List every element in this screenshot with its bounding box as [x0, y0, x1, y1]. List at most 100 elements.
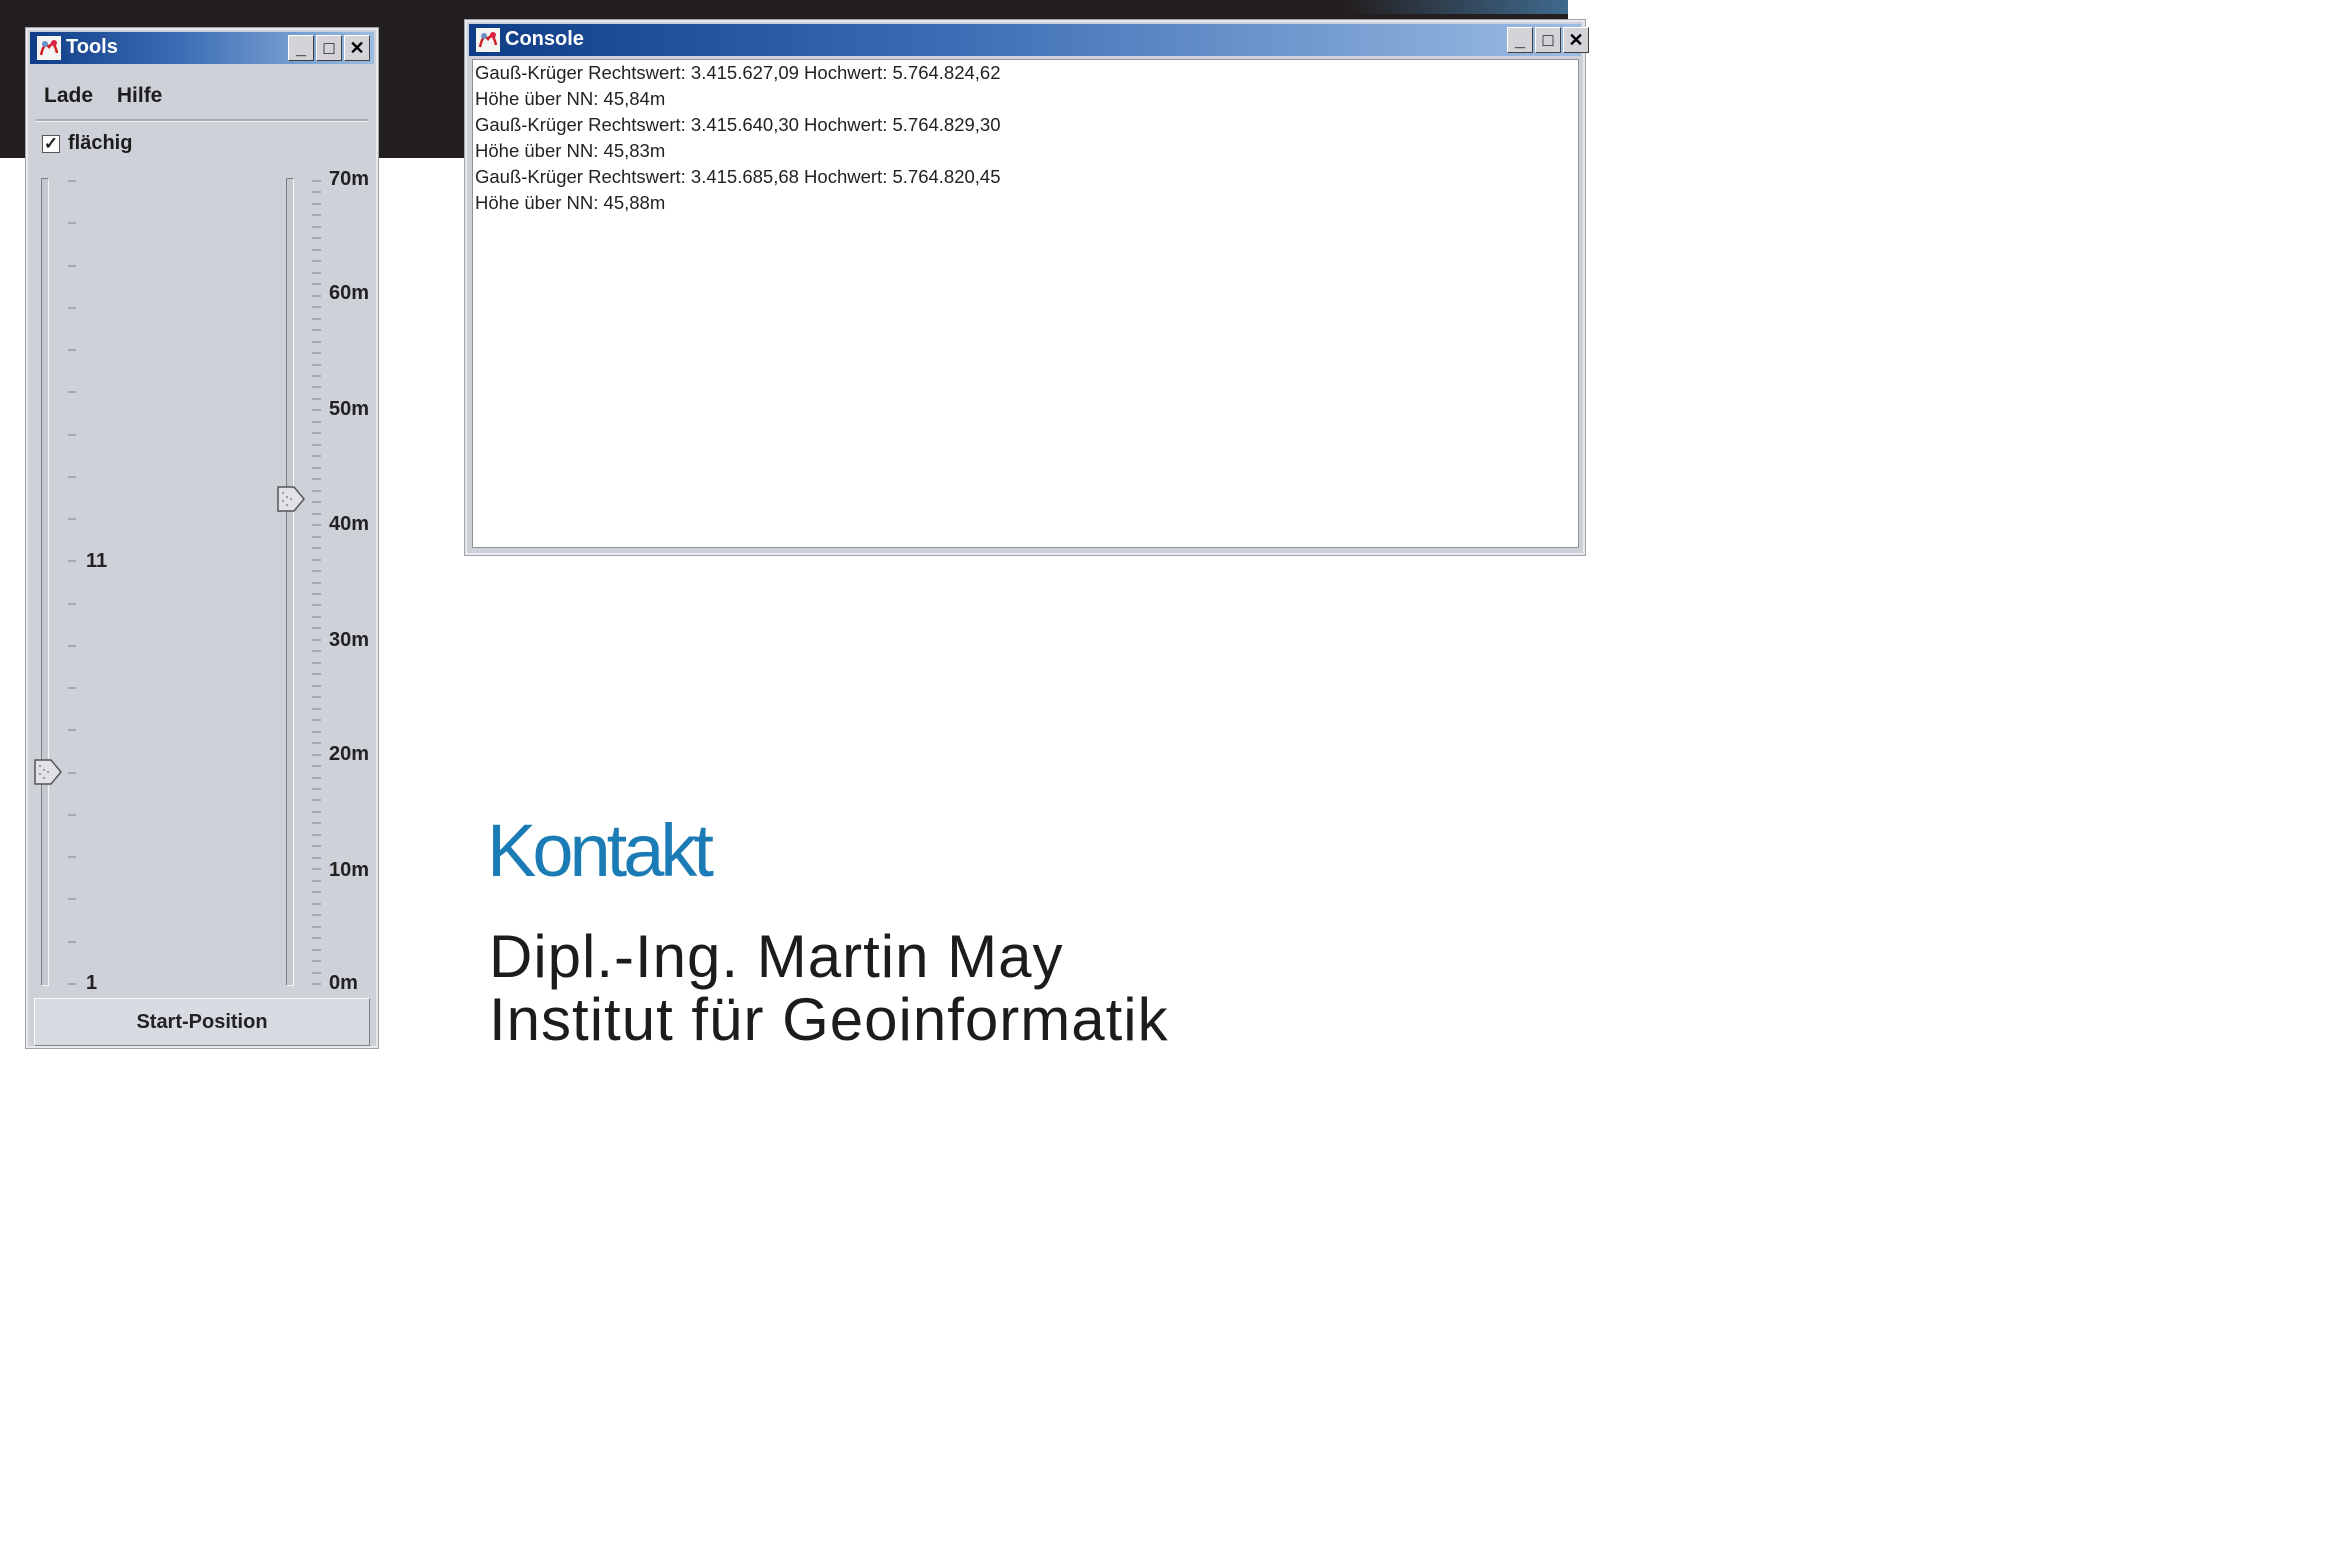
slider-tick	[68, 813, 76, 816]
slider-tick	[312, 856, 321, 859]
height-label-10: 10m	[329, 859, 370, 881]
slider-tick	[312, 570, 321, 573]
contact-name: Dipl.-Ing. Martin May	[489, 923, 1064, 990]
slider-tick	[312, 673, 321, 676]
slider-tick	[68, 349, 76, 352]
slider-tick	[312, 581, 321, 584]
slider-tick	[312, 627, 321, 630]
console-line: Gauß-Krüger Rechtswert: 3.415.685,68 Hoc…	[475, 166, 1001, 187]
slider-tick	[312, 845, 321, 848]
start-position-button[interactable]: Start-Position	[34, 998, 370, 1046]
slider-tick	[312, 432, 321, 435]
slider-tick	[312, 386, 321, 389]
slider-tick	[312, 214, 321, 217]
menu-hilfe[interactable]: Hilfe	[117, 84, 163, 107]
menu-separator	[36, 119, 368, 122]
slider-tick	[312, 776, 321, 779]
factor-slider-track[interactable]	[41, 178, 49, 986]
height-label-0: 0m	[329, 972, 358, 994]
console-line: Höhe über NN: 45,83m	[475, 140, 666, 161]
slider-tick	[312, 742, 321, 745]
maximize-button[interactable]: □	[316, 35, 342, 61]
slider-tick	[312, 592, 321, 595]
slider-tick	[68, 856, 76, 859]
slider-tick	[68, 475, 76, 478]
slider-tick	[68, 180, 76, 182]
console-line: Gauß-Krüger Rechtswert: 3.415.640,30 Hoc…	[475, 114, 1001, 135]
slider-tick	[312, 925, 321, 928]
slider-tick	[312, 524, 321, 527]
slider-tick	[312, 765, 321, 768]
flaechig-checkbox[interactable]: ✓	[42, 134, 60, 153]
flaechig-checkbox-row[interactable]: ✓ flächig	[42, 132, 132, 155]
slider-tick	[312, 271, 321, 274]
slider-tick	[312, 787, 321, 790]
slider-tick	[312, 191, 321, 194]
slider-tick	[312, 983, 321, 985]
slider-tick	[312, 868, 321, 871]
slider-tick	[312, 753, 321, 756]
slider-tick	[312, 478, 321, 481]
slider-tick	[312, 501, 321, 504]
slider-tick	[312, 891, 321, 894]
slider-tick	[68, 306, 76, 309]
minimize-button[interactable]: _	[1507, 27, 1533, 53]
factor-slider-thumb[interactable]	[33, 758, 63, 786]
slider-tick	[68, 729, 76, 732]
slider-tick	[68, 391, 76, 394]
slider-tick	[312, 283, 321, 286]
height-label-30: 30m	[329, 629, 370, 651]
height-slider-track[interactable]	[286, 178, 294, 986]
console-line: Gauß-Krüger Rechtswert: 3.415.627,09 Hoc…	[475, 62, 1001, 83]
slider-tick	[68, 264, 76, 267]
tools-titlebar[interactable]: Tools _ □ ✕	[30, 32, 374, 64]
slider-tick	[312, 489, 321, 492]
contact-institute: Institut für Geoinformatik	[489, 986, 1169, 1053]
slider-tick	[312, 684, 321, 687]
slider-tick	[312, 914, 321, 917]
console-output[interactable]: Gauß-Krüger Rechtswert: 3.415.627,09 Hoc…	[472, 59, 1579, 548]
slider-tick	[68, 898, 76, 901]
slider-tick	[312, 661, 321, 664]
height-label-50: 50m	[329, 398, 370, 420]
close-button[interactable]: ✕	[344, 35, 370, 61]
slider-tick	[312, 937, 321, 940]
slider-tick	[312, 260, 321, 263]
slider-tick	[312, 375, 321, 377]
factor-max-label: 11	[86, 550, 108, 572]
slider-tick	[312, 466, 321, 469]
maximize-button[interactable]: □	[1535, 27, 1561, 53]
menu-lade[interactable]: Lade	[44, 84, 93, 107]
slider-tick	[312, 558, 321, 561]
console-titlebar[interactable]: Console _ □ ✕	[469, 24, 1589, 56]
slider-tick	[312, 340, 321, 343]
slider-tick	[312, 455, 321, 458]
slider-tick	[312, 615, 321, 618]
minimize-button[interactable]: _	[288, 35, 314, 61]
height-slider-thumb[interactable]	[276, 485, 306, 513]
console-window: Console _ □ ✕ Gauß-Krüger Rechtswert: 3.…	[464, 19, 1589, 556]
factor-min-label: 1	[86, 972, 98, 994]
slider-tick	[312, 409, 321, 412]
java-app-icon	[476, 28, 500, 52]
height-label-40: 40m	[329, 513, 370, 535]
console-line: Höhe über NN: 45,88m	[475, 192, 666, 213]
slider-tick	[312, 202, 321, 205]
slider-tick	[68, 644, 76, 647]
slider-tick	[68, 433, 76, 436]
slider-tick	[312, 180, 321, 182]
slider-tick	[312, 650, 321, 653]
contact-heading: Kontakt	[487, 809, 714, 892]
console-title: Console	[505, 28, 584, 50]
slider-tick	[312, 902, 321, 905]
slider-tick	[312, 948, 321, 951]
slider-tick	[312, 547, 321, 550]
slider-tick	[312, 294, 321, 297]
slider-tick	[312, 960, 321, 963]
tools-menubar: Lade Hilfe	[44, 84, 180, 108]
slider-tick	[312, 317, 321, 320]
close-button[interactable]: ✕	[1563, 27, 1589, 53]
slider-tick	[312, 363, 321, 366]
console-line: Höhe über NN: 45,84m	[475, 88, 666, 109]
slider-tick	[312, 604, 321, 607]
